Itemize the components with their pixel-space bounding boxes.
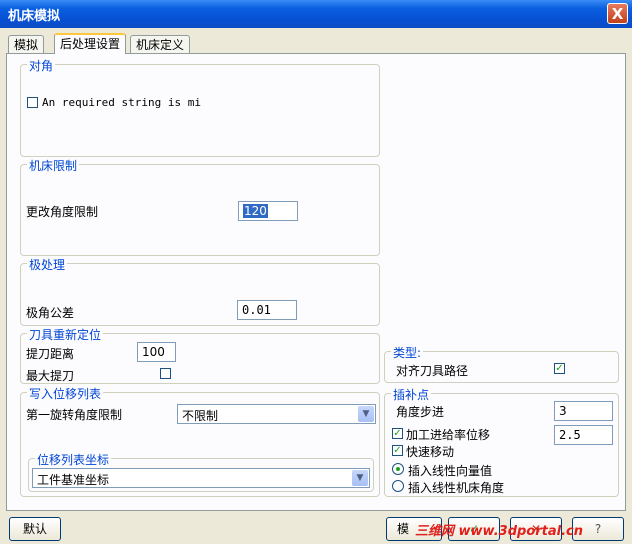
tab-label: 模拟 [14,38,39,52]
angle-change-label: 更改角度限制 [26,205,99,219]
feed-shift-checkbox[interactable]: ✓ [392,428,403,439]
align-checkbox[interactable] [27,97,38,108]
radio-selected-dot [396,467,400,471]
list-coords-value: 工件基准坐标 [37,473,110,487]
radio-linear-angle[interactable] [392,480,404,492]
first-rotation-label: 第一旋转角度限制 [26,408,123,422]
pole-tolerance-label: 极角公差 [26,306,75,320]
retract-distance-input[interactable]: 100 [137,342,176,362]
radio-linear-angle-label: 插入线性机床角度 [408,481,505,495]
pole-tolerance-input[interactable]: 0.01 [237,300,297,320]
max-retract-label: 最大提刀 [26,369,75,383]
list-coords-select[interactable]: 工件基准坐标 ▼ [32,468,370,488]
angle-step-label: 角度步进 [396,405,445,419]
feed-shift-input[interactable]: 2.5 [554,425,613,445]
group-align: 对角 [20,57,380,157]
radio-linear-vector[interactable] [392,463,404,475]
angle-change-input[interactable]: 120 [238,201,298,221]
group-title: 极处理 [27,256,68,273]
max-retract-checkbox[interactable] [160,368,171,379]
angle-step-input[interactable]: 3 [554,401,613,421]
group-title: 位移列表坐标 [35,451,112,468]
group-title: 插补点 [391,386,432,403]
first-rotation-value: 不限制 [182,409,219,423]
group-title: 机床限制 [27,157,80,174]
chevron-down-icon: ▼ [358,406,374,422]
align-path-label: 对齐刀具路径 [396,364,469,378]
title-bar: 机床模拟 X [0,0,632,28]
first-rotation-select[interactable]: 不限制 ▼ [177,404,376,424]
align-path-checkbox[interactable]: ✓ [554,363,565,374]
tab-simulate[interactable]: 模拟 [8,35,45,53]
preview-area [391,60,599,326]
tab-label: 机床定义 [136,38,185,52]
group-title: 刀具重新定位 [27,326,104,343]
tab-label: 后处理设置 [60,37,121,51]
radio-linear-vector-label: 插入线性向量值 [408,464,493,478]
rapid-label: 快速移动 [406,445,455,459]
chevron-down-icon: ▼ [352,470,368,486]
window-title: 机床模拟 [8,9,61,24]
feed-shift-label: 加工进给率位移 [406,428,491,442]
retract-distance-label: 提刀距离 [26,347,75,361]
watermark-text: 三维网 www.3dportal.cn [415,524,584,539]
group-title: 写入位移列表 [27,385,104,402]
tab-machine-def[interactable]: 机床定义 [130,35,191,53]
group-title: 类型: [391,344,424,361]
align-checkbox-label: An required string is mi [42,96,201,109]
angle-change-value: 120 [243,204,268,218]
tab-post-settings[interactable]: 后处理设置 [54,33,127,54]
default-button[interactable]: 默认 [9,517,61,541]
help-icon: ? [594,522,602,536]
rapid-checkbox[interactable]: ✓ [392,445,403,456]
close-button[interactable]: X [607,3,628,24]
group-title: 对角 [27,57,56,74]
